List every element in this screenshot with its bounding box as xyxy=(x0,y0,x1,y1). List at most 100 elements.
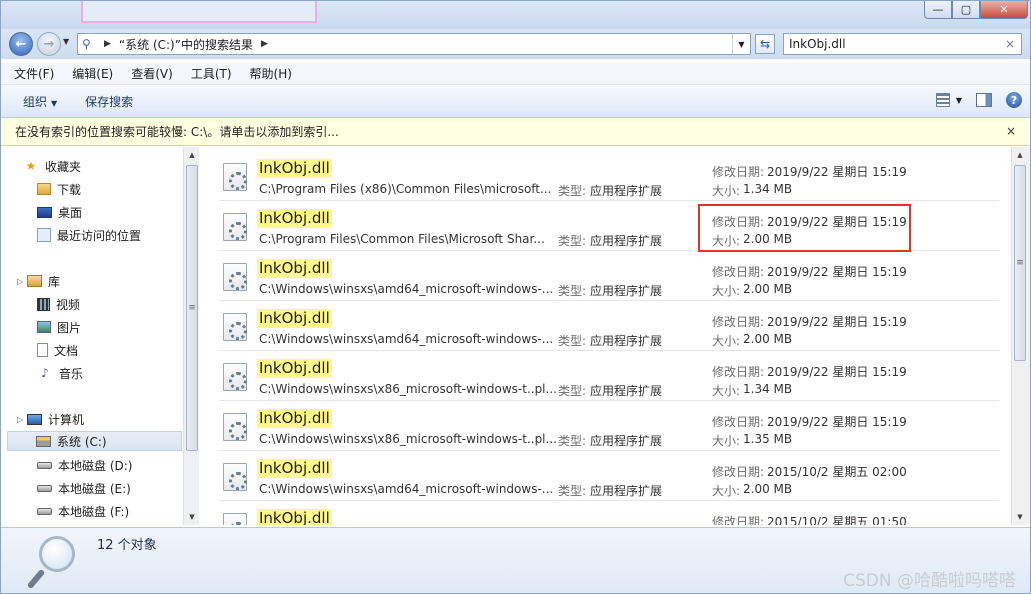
title-bar-ghost xyxy=(81,1,317,23)
file-date-label: 修改日期: xyxy=(712,415,765,429)
scrollbar-thumb[interactable]: ≡ xyxy=(186,165,198,451)
sidebar-item-favorites[interactable]: ★ 收藏夹 xyxy=(23,156,81,176)
sidebar-item-label: 本地磁盘 (D:) xyxy=(58,458,133,473)
result-row[interactable]: InkObj.dll C:\Windows\winsxs\x86_microsof… xyxy=(219,401,999,451)
arrow-right-icon: → xyxy=(43,36,55,52)
address-dropdown[interactable]: ▼ xyxy=(732,34,750,54)
file-size-label: 大小: xyxy=(712,384,741,398)
file-date: 2019/9/22 星期日 15:19 xyxy=(767,415,907,429)
view-options-icon[interactable] xyxy=(935,93,950,107)
watermark: CSDN @哈酷啦吗嗒嗒 xyxy=(843,571,1016,591)
file-date: 2015/10/2 星期五 02:00 xyxy=(767,465,907,479)
file-name[interactable]: InkObj.dll xyxy=(257,359,332,378)
file-name[interactable]: InkObj.dll xyxy=(257,209,332,228)
file-path: C:\Windows\winsxs\amd64_microsoft-window… xyxy=(259,282,554,296)
navigation-tree: ★ 收藏夹 下载 桌面 最近访问的位置 ▷ 库 视频 图片 文档 ♪ 音乐 ▷ … xyxy=(1,147,183,525)
file-name[interactable]: InkObj.dll xyxy=(257,309,332,328)
preview-pane-icon[interactable] xyxy=(976,93,992,107)
hard-drive-icon xyxy=(37,484,52,492)
expand-icon[interactable]: ▷ xyxy=(17,277,23,286)
file-name[interactable]: InkObj.dll xyxy=(257,159,332,178)
address-path[interactable]: “系统 (C:)”中的搜索结果 xyxy=(119,36,253,53)
index-info-bar[interactable]: 在没有索引的位置搜索可能较慢: C:\。请单击以添加到索引... × xyxy=(1,118,1030,146)
file-date: 2019/9/22 星期日 15:19 xyxy=(767,365,907,379)
results-scrollbar[interactable]: ▲ ≡ ▼ xyxy=(1011,147,1030,525)
desktop-icon xyxy=(37,206,52,218)
sidebar-item-system-c[interactable]: 系统 (C:) xyxy=(7,431,182,451)
menu-tools[interactable]: 工具(T) xyxy=(188,65,235,82)
chevron-down-icon[interactable]: ▼ xyxy=(956,96,962,105)
search-results-pane: InkObj.dll C:\Program Files (x86)\Common … xyxy=(201,147,1030,525)
search-input[interactable]: InkObj.dll × xyxy=(783,33,1022,55)
scroll-down-icon[interactable]: ▼ xyxy=(184,509,200,525)
result-row[interactable]: InkObj.dll C:\Windows\winsxs\amd64_micros… xyxy=(219,301,999,351)
sidebar-item-videos[interactable]: 视频 xyxy=(37,294,80,314)
sidebar-item-label: 系统 (C:) xyxy=(57,434,107,449)
scroll-down-icon[interactable]: ▼ xyxy=(1012,509,1028,525)
file-name[interactable]: InkObj.dll xyxy=(257,409,332,428)
result-row[interactable]: InkObj.dll 修改日期: 2015/10/2 星期五 01:50 xyxy=(219,501,999,525)
sidebar-item-downloads[interactable]: 下载 xyxy=(37,179,81,199)
menu-edit[interactable]: 编辑(E) xyxy=(69,65,116,82)
refresh-button[interactable]: ⇆ xyxy=(755,34,775,54)
chevron-right-icon[interactable]: ▶ xyxy=(261,39,268,49)
file-size: 2.00 MB xyxy=(743,232,793,246)
search-value[interactable]: InkObj.dll xyxy=(789,37,846,51)
file-size-label: 大小: xyxy=(712,234,741,248)
sidebar-item-label: 本地磁盘 (E:) xyxy=(58,481,131,496)
sidebar-item-documents[interactable]: 文档 xyxy=(37,340,78,360)
menu-help[interactable]: 帮助(H) xyxy=(247,65,295,82)
pictures-icon xyxy=(37,321,51,333)
close-icon[interactable]: × xyxy=(1006,124,1016,138)
expand-icon[interactable]: ▷ xyxy=(17,415,23,424)
recent-pages-dropdown[interactable]: ▼ xyxy=(63,37,69,46)
result-row[interactable]: InkObj.dll C:\Windows\winsxs\amd64_micros… xyxy=(219,251,999,301)
file-dll-icon xyxy=(223,163,247,191)
address-row: ← → ▼ ⚲ ▶ “系统 (C:)”中的搜索结果 ▶ ▼ ⇆ InkObj.d… xyxy=(1,29,1030,59)
sidebar-item-drive-e[interactable]: 本地磁盘 (E:) xyxy=(37,478,131,498)
help-icon[interactable]: ? xyxy=(1006,92,1022,108)
file-size-label: 大小: xyxy=(712,184,741,198)
file-type: 应用程序扩展 xyxy=(590,484,663,498)
sidebar-item-libraries[interactable]: 库 xyxy=(27,271,60,291)
file-name[interactable]: InkObj.dll xyxy=(257,259,332,278)
document-icon xyxy=(37,343,48,357)
sidebar-item-recent-places[interactable]: 最近访问的位置 xyxy=(37,225,141,245)
forward-button[interactable]: → xyxy=(37,32,61,56)
file-name[interactable]: InkObj.dll xyxy=(257,509,332,525)
close-button[interactable]: ✕ xyxy=(980,1,1028,19)
sidebar-item-drive-d[interactable]: 本地磁盘 (D:) xyxy=(37,455,132,475)
sidebar-item-desktop[interactable]: 桌面 xyxy=(37,202,82,222)
back-button[interactable]: ← xyxy=(9,32,33,56)
menu-view[interactable]: 查看(V) xyxy=(128,65,176,82)
maximize-button[interactable]: ▢ xyxy=(952,1,980,19)
navigation-scrollbar[interactable]: ▲ ≡ ▼ xyxy=(183,147,200,525)
scrollbar-thumb[interactable]: ≡ xyxy=(1014,165,1026,361)
save-search-button[interactable]: 保存搜索 xyxy=(79,93,139,110)
object-count: 12 个对象 xyxy=(97,538,157,553)
organize-label: 组织 xyxy=(23,95,48,109)
organize-button[interactable]: 组织 ▼ xyxy=(17,93,63,110)
address-bar[interactable]: ⚲ ▶ “系统 (C:)”中的搜索结果 ▶ ▼ xyxy=(77,33,751,55)
command-bar: 组织 ▼ 保存搜索 ▼ ? xyxy=(1,86,1030,118)
sidebar-item-computer[interactable]: 计算机 xyxy=(27,409,84,429)
file-type-label: 类型: xyxy=(558,484,587,498)
result-row[interactable]: InkObj.dll C:\Program Files\Common Files\… xyxy=(219,201,999,251)
clear-search-button[interactable]: × xyxy=(1005,37,1015,51)
file-name[interactable]: InkObj.dll xyxy=(257,459,332,478)
menu-file[interactable]: 文件(F) xyxy=(11,65,57,82)
scroll-up-icon[interactable]: ▲ xyxy=(184,147,200,163)
scroll-up-icon[interactable]: ▲ xyxy=(1012,147,1028,163)
result-row[interactable]: InkObj.dll C:\Windows\winsxs\x86_microsof… xyxy=(219,351,999,401)
sidebar-item-music[interactable]: ♪ 音乐 xyxy=(37,363,83,383)
sidebar-item-pictures[interactable]: 图片 xyxy=(37,317,81,337)
file-size-label: 大小: xyxy=(712,284,741,298)
minimize-button[interactable]: — xyxy=(924,1,952,19)
file-path: C:\Program Files (x86)\Common Files\micr… xyxy=(259,182,552,196)
result-row[interactable]: InkObj.dll C:\Program Files (x86)\Common … xyxy=(219,151,999,201)
sidebar-item-drive-f[interactable]: 本地磁盘 (F:) xyxy=(37,501,129,521)
file-dll-icon xyxy=(223,463,247,491)
result-row[interactable]: InkObj.dll C:\Windows\winsxs\amd64_micros… xyxy=(219,451,999,501)
file-size: 1.35 MB xyxy=(743,432,793,446)
chevron-right-icon[interactable]: ▶ xyxy=(104,39,111,49)
